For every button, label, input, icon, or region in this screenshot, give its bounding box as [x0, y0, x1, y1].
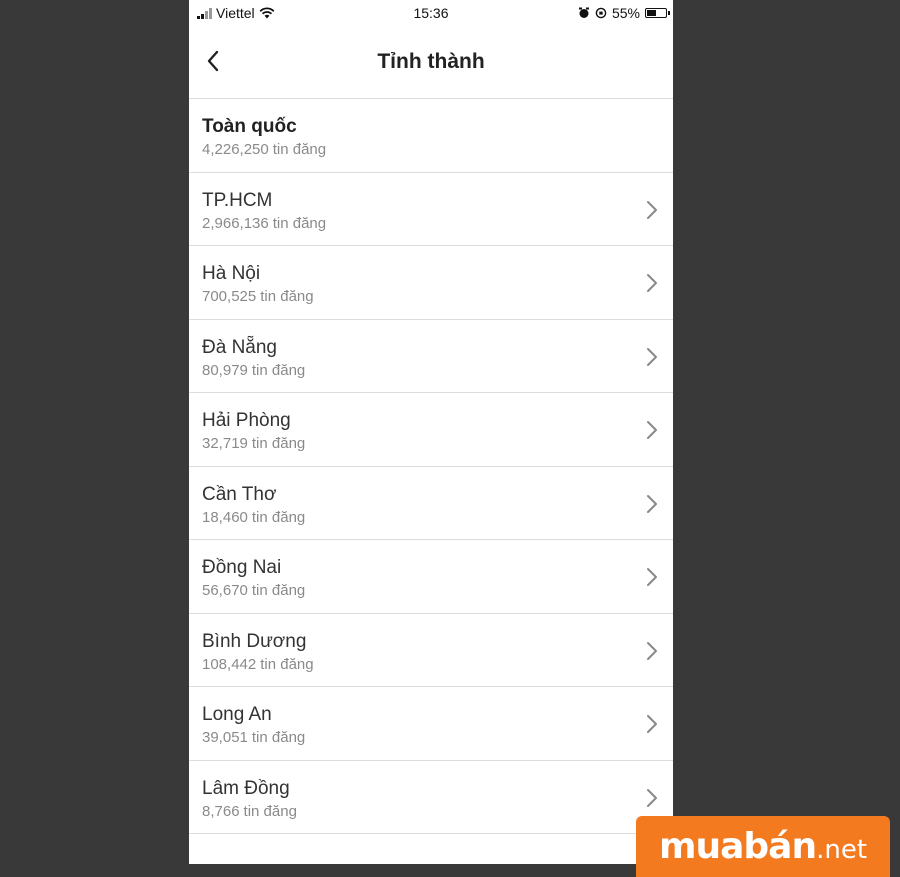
chevron-right-icon: [647, 788, 657, 807]
chevron-right-icon: [647, 641, 657, 660]
list-item-name: TP.HCM: [202, 189, 273, 211]
list-item-name: Bình Dương: [202, 630, 307, 652]
chevron-right-icon: [647, 347, 657, 366]
page-title: Tỉnh thành: [377, 50, 485, 73]
list-item-name: Hải Phòng: [202, 410, 291, 431]
list-item-name: Hà Nội: [202, 263, 261, 284]
list-item[interactable]: TP.HCM 2,966,136 tin đăng: [189, 173, 673, 246]
chevron-right-icon: [647, 200, 657, 219]
list-item[interactable]: Đà Nẵng 80,979 tin đăng: [189, 320, 673, 393]
chevron-right-icon: [647, 274, 657, 292]
status-right: 55%: [578, 5, 670, 21]
phone-screen: Viettel 15:36 55% Tỉnh thành Toàn quốc 4…: [189, 0, 673, 864]
alarm-icon: [578, 7, 589, 18]
province-list: Toàn quốc 4,226,250 tin đăng TP.HCM 2,966…: [189, 99, 673, 834]
status-bar: Viettel 15:36 55%: [189, 0, 673, 26]
list-item-name: Cần Thơ: [202, 483, 277, 505]
list-item[interactable]: Cần Thơ 18,460 tin đăng: [189, 467, 673, 540]
chevron-right-icon: [647, 715, 657, 733]
list-item-count: 39,051 tin đăng: [202, 729, 306, 746]
list-item-all[interactable]: Toàn quốc 4,226,250 tin đăng: [189, 99, 673, 173]
list-item-count: 18,460 tin đăng: [202, 508, 306, 526]
list-item[interactable]: Bình Dương 108,442 tin đăng: [189, 614, 673, 687]
brand-suffix: .net: [816, 834, 868, 865]
battery-percent: 55%: [611, 5, 640, 21]
list-item-count: 56,670 tin đăng: [202, 582, 306, 599]
battery-icon: [645, 8, 670, 18]
list-item-count: 8,766 tin đăng: [202, 802, 297, 820]
nav-bar: Tỉnh thành: [189, 26, 673, 99]
chevron-right-icon: [647, 421, 657, 439]
rotation-lock-icon: [595, 7, 607, 19]
list-item-count: 80,979 tin đăng: [202, 361, 306, 379]
brand-logo: muabán .net: [636, 816, 890, 877]
list-item[interactable]: Long An 39,051 tin đăng: [189, 687, 673, 761]
list-item[interactable]: Hải Phòng 32,719 tin đăng: [189, 393, 673, 467]
list-item-count: 700,525 tin đăng: [202, 288, 314, 305]
list-item-name: Long An: [202, 704, 272, 725]
list-item-name: Toàn quốc: [202, 116, 297, 137]
list-item[interactable]: Hà Nội 700,525 tin đăng: [189, 246, 673, 320]
list-item-count: 4,226,250 tin đăng: [202, 141, 327, 158]
list-item[interactable]: Lâm Đồng 8,766 tin đăng: [189, 761, 673, 834]
list-item-count: 108,442 tin đăng: [202, 655, 314, 673]
list-item-name: Đà Nẵng: [202, 336, 277, 358]
chevron-right-icon: [647, 494, 657, 513]
list-item[interactable]: Đồng Nai 56,670 tin đăng: [189, 540, 673, 614]
list-item-count: 2,966,136 tin đăng: [202, 214, 327, 232]
brand-name: muabán: [658, 826, 817, 867]
list-item-count: 32,719 tin đăng: [202, 435, 306, 452]
chevron-right-icon: [647, 568, 657, 586]
list-item-name: Đồng Nai: [202, 557, 282, 578]
list-item-name: Lâm Đồng: [202, 777, 290, 799]
